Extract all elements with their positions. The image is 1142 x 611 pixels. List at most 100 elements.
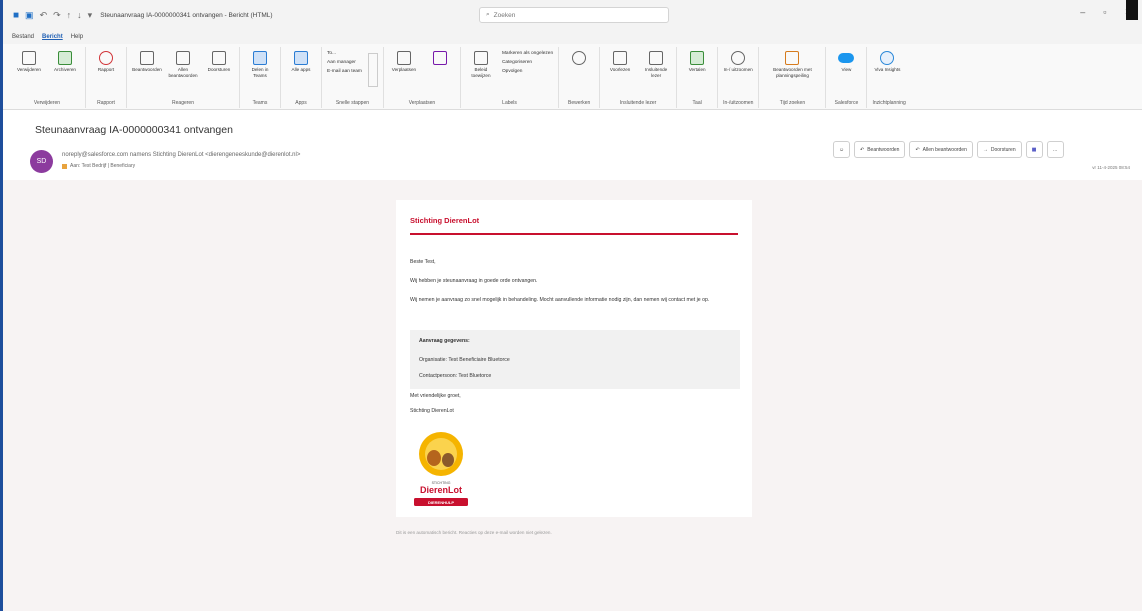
recipient-status-icon bbox=[62, 163, 67, 169]
quickstep-manager[interactable]: Aan manager bbox=[327, 60, 362, 65]
reply-all-action-button[interactable]: ↶ Allen beantwoorden bbox=[909, 141, 973, 158]
translate-button[interactable]: Vertalen bbox=[682, 47, 712, 100]
quickstep-to[interactable]: To... bbox=[327, 51, 362, 56]
find-button[interactable] bbox=[564, 47, 594, 100]
undo-icon[interactable]: ↶ bbox=[40, 10, 48, 21]
closing: Met vriendelijke groet, bbox=[410, 393, 461, 399]
zoom-icon bbox=[731, 51, 746, 65]
reply-action-button[interactable]: ↶ Beantwoorden bbox=[854, 141, 906, 158]
signature: Stichting DierenLot bbox=[410, 408, 454, 414]
follow-up-button[interactable]: Opvolgen bbox=[502, 69, 553, 74]
mark-unread-button[interactable]: Markeren als ongelezen bbox=[502, 51, 553, 56]
quicksteps-scroll[interactable] bbox=[367, 53, 378, 87]
quick-access-toolbar: ■ ▣ ↶ ↷ ↑ ↓ ▾ bbox=[3, 10, 92, 21]
tab-bericht[interactable]: Bericht bbox=[42, 34, 63, 40]
emoji-react-button[interactable]: ☺ bbox=[833, 141, 850, 158]
ribbon-group-verplaatsen: Verplaatsen Verplaatsen bbox=[384, 47, 461, 108]
forward-icon: → bbox=[982, 146, 988, 153]
salesforce-view-button[interactable]: View bbox=[831, 47, 861, 100]
message-actions: ☺ ↶ Beantwoorden ↶ Allen beantwoorden → Doo… bbox=[833, 141, 1064, 158]
ribbon-group-reageren: Beantwoorden Allen beantwoorden Doorstur… bbox=[127, 47, 240, 108]
forward-button[interactable]: Doorsturen bbox=[204, 47, 234, 100]
onenote-button[interactable] bbox=[425, 47, 455, 100]
search-input[interactable]: ⌕ Zoeken bbox=[479, 7, 669, 23]
search-icon: ⌕ bbox=[486, 11, 490, 18]
ribbon: Verwijderen Archiveren Verwijderen Rappo… bbox=[3, 44, 1142, 110]
ribbon-group-rapport: Rapport Rapport bbox=[86, 47, 127, 108]
org-title: Stichting DierenLot bbox=[410, 216, 480, 225]
scheduling-poll-button[interactable]: Beantwoorden met planningspeiling bbox=[764, 47, 820, 100]
all-apps-button[interactable]: Alle apps bbox=[286, 47, 316, 100]
details-title: Aanvraag gegevens: bbox=[419, 338, 470, 344]
message-subject: Steunaanvraag IA-0000000341 ontvangen bbox=[35, 124, 233, 136]
tab-bestand[interactable]: Bestand bbox=[12, 34, 34, 40]
reply-all-icon: ↶ bbox=[915, 146, 920, 153]
apps-grid-icon bbox=[294, 51, 308, 65]
redo-icon[interactable]: ↷ bbox=[53, 10, 61, 21]
ribbon-group-taal: Vertalen Taal bbox=[677, 47, 719, 108]
cat-icon bbox=[442, 453, 454, 467]
avatar[interactable]: SD bbox=[30, 150, 53, 173]
reply-button[interactable]: Beantwoorden bbox=[132, 47, 162, 100]
recipient-text[interactable]: Aan: Test Bedrijf | Beneficiary bbox=[70, 163, 135, 169]
folder-move-icon bbox=[396, 51, 411, 65]
tab-help[interactable]: Help bbox=[71, 34, 83, 40]
immersive-reader-icon bbox=[649, 51, 664, 65]
immersive-reader-button[interactable]: Insluitende lezer bbox=[641, 47, 671, 100]
forward-label: Doorsturen bbox=[990, 146, 1016, 153]
read-aloud-button[interactable]: Voorlezen bbox=[605, 47, 635, 100]
message-timestamp: vr 11-4-2025 08:54 bbox=[1092, 165, 1130, 170]
categorize-button[interactable]: Categoriseren bbox=[502, 60, 553, 65]
onenote-icon bbox=[432, 51, 447, 65]
salesforce-cloud-icon bbox=[838, 53, 855, 63]
title-bar: ■ ▣ ↶ ↷ ↑ ↓ ▾ Steunaanvraag IA-000000034… bbox=[3, 0, 1142, 30]
title-divider bbox=[410, 233, 738, 235]
smiley-icon: ☺ bbox=[838, 146, 845, 153]
group-label: Inzichtplanning bbox=[872, 100, 906, 106]
ribbon-tabs: Bestand Bericht Help bbox=[3, 30, 1142, 44]
ribbon-group-labels: Beleid toewijzen Markeren als ongelezen … bbox=[461, 47, 560, 108]
ribbon-group-verwijderen: Verwijderen Archiveren Verwijderen bbox=[9, 47, 86, 108]
customize-chevron-icon[interactable]: ▾ bbox=[88, 10, 93, 21]
group-label: Insluitende lezer bbox=[619, 100, 657, 106]
detail-organisation: Organisatie: Test Beneficiaire Bluetorce bbox=[419, 357, 510, 363]
reply-label: Beantwoorden bbox=[867, 146, 900, 153]
report-button[interactable]: Rapport bbox=[91, 47, 121, 100]
group-label: Salesforce bbox=[834, 100, 859, 106]
dierenlot-logo: STICHTING DierenLot DIERENHULP bbox=[414, 432, 468, 506]
ribbon-group-apps: Alle apps Apps bbox=[281, 47, 322, 108]
share-teams-button[interactable]: Delen in Teams bbox=[245, 47, 275, 100]
ellipsis-icon: … bbox=[1052, 146, 1058, 153]
find-icon bbox=[572, 51, 587, 65]
delete-button[interactable]: Verwijderen bbox=[14, 47, 44, 100]
maximize-icon[interactable]: ▫ bbox=[1103, 7, 1106, 18]
zoom-button[interactable]: In-/ uitzoomen bbox=[723, 47, 753, 100]
group-label: Tijd zoeken bbox=[779, 100, 806, 106]
assign-policy-button[interactable]: Beleid toewijzen bbox=[466, 47, 496, 100]
quickstep-team-email[interactable]: E-mail aan team bbox=[327, 69, 362, 74]
viva-insights-button[interactable]: Viva Insights bbox=[872, 47, 902, 100]
move-button[interactable]: Verplaatsen bbox=[389, 47, 419, 100]
archive-button[interactable]: Archiveren bbox=[50, 47, 80, 100]
reply-all-icon bbox=[176, 51, 190, 65]
teams-action-button[interactable]: ■ bbox=[1025, 141, 1043, 158]
reply-all-button[interactable]: Allen beantwoorden bbox=[168, 47, 198, 100]
forward-icon bbox=[212, 51, 226, 65]
ribbon-group-teams: Delen in Teams Teams bbox=[240, 47, 281, 108]
group-label: Apps bbox=[295, 100, 307, 106]
more-actions-button[interactable]: … bbox=[1046, 141, 1064, 158]
logo-text: DierenLot bbox=[420, 485, 462, 495]
paragraph-received: Wij hebben je steunaanvraag in goede ord… bbox=[410, 278, 538, 284]
forward-action-button[interactable]: → Doorsturen bbox=[976, 141, 1022, 158]
minimize-icon[interactable]: – bbox=[1080, 7, 1085, 18]
footer-note: Dit is een automatisch bericht. Reacties… bbox=[396, 530, 552, 535]
archive-icon bbox=[58, 51, 72, 65]
email-card: Stichting DierenLot Beste Test, Wij hebb… bbox=[396, 200, 752, 517]
ribbon-group-snelle-stappen: To... Aan manager E-mail aan team Snelle… bbox=[322, 47, 384, 108]
window-title: Steunaanvraag IA-0000000341 ontvangen - … bbox=[100, 11, 273, 19]
sender-line[interactable]: noreply@salesforce.com namens Stichting … bbox=[62, 152, 300, 158]
down-arrow-icon[interactable]: ↓ bbox=[77, 10, 82, 20]
save-icon[interactable]: ▣ bbox=[25, 10, 34, 21]
shield-icon bbox=[99, 51, 113, 65]
up-arrow-icon[interactable]: ↑ bbox=[67, 10, 72, 20]
